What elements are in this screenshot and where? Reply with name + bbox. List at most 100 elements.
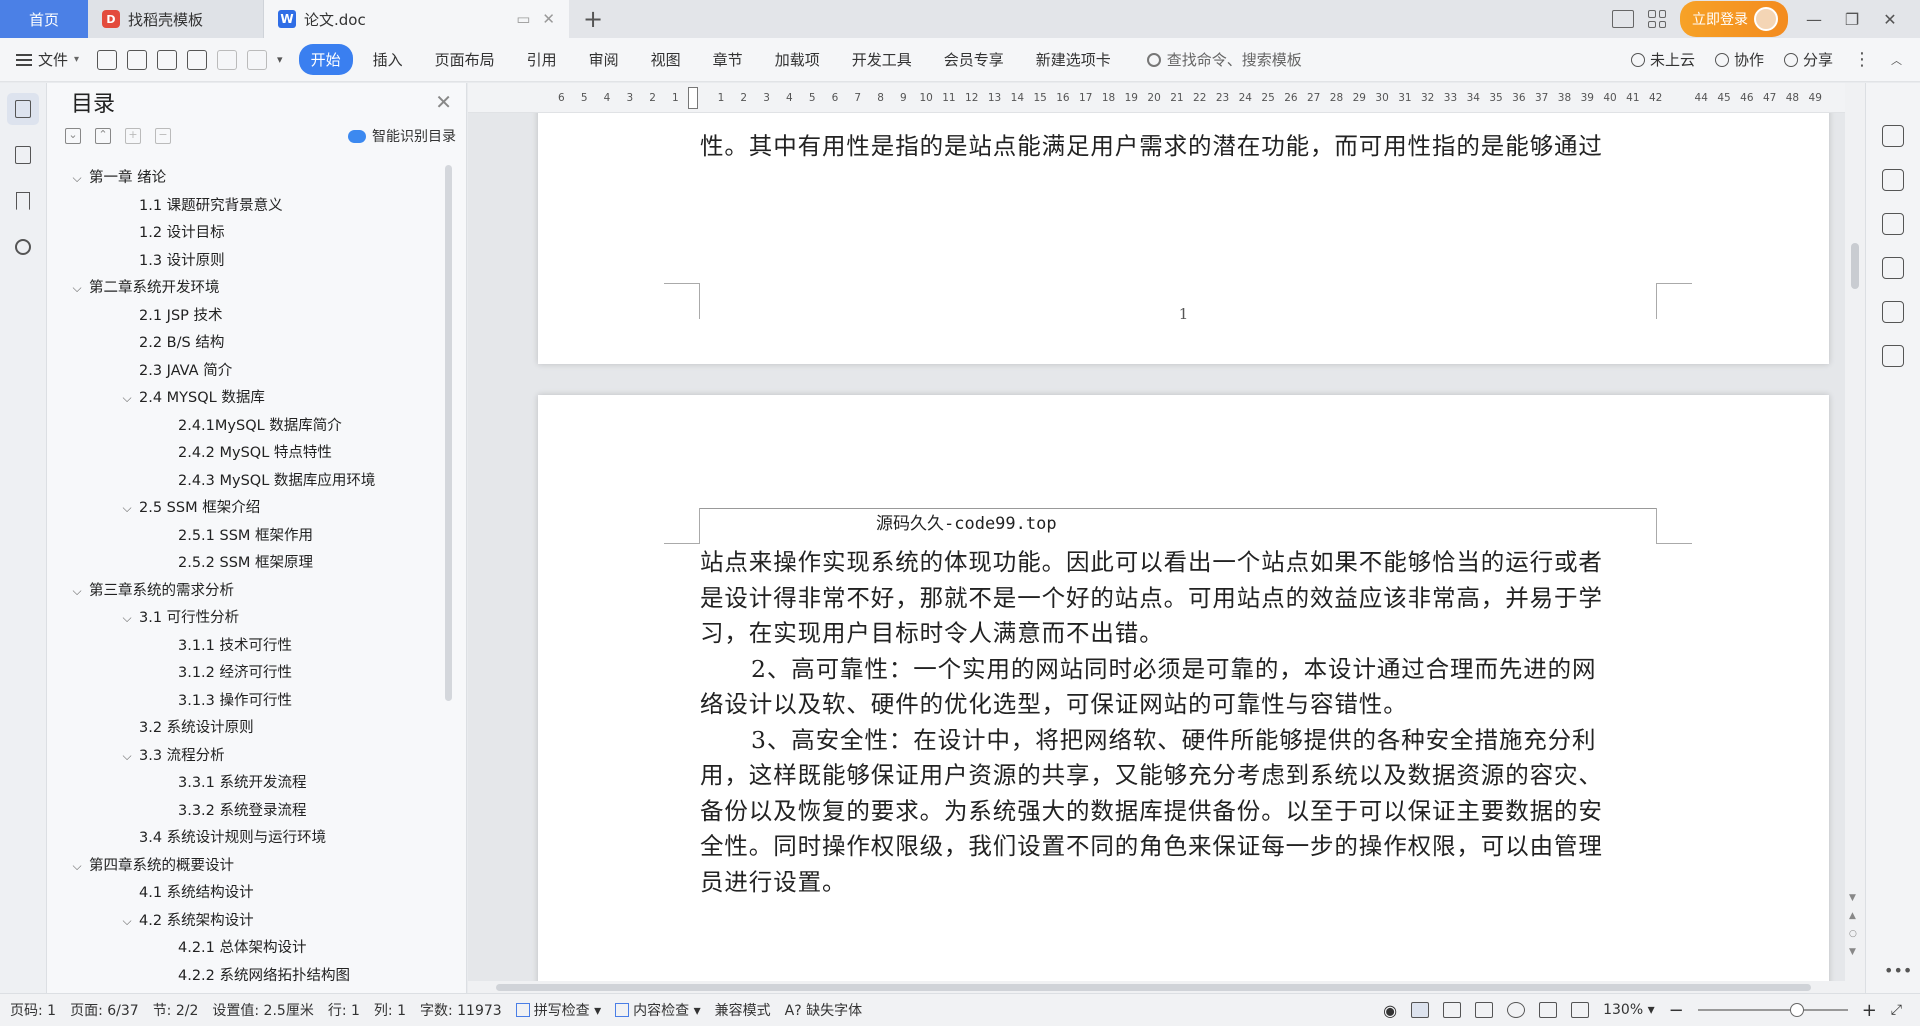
document-vertical-scrollbar[interactable]: ▼ ▲ ○ ▼: [1845, 83, 1865, 993]
status-section[interactable]: 节: 2/2: [153, 1000, 199, 1020]
print-preview-icon[interactable]: [187, 49, 208, 70]
picture-tools-icon[interactable]: [1882, 257, 1904, 279]
web-view-icon[interactable]: [1507, 1002, 1526, 1018]
zoom-select[interactable]: 130% ▾: [1603, 1002, 1655, 1018]
toc-item[interactable]: ⌵ 3.3 流程分析: [47, 743, 447, 771]
zoom-slider[interactable]: [1697, 1003, 1848, 1017]
chevron-down-icon[interactable]: ⌵: [119, 908, 135, 936]
collapse-ribbon-icon[interactable]: ︿: [1891, 52, 1902, 68]
toc-item[interactable]: 4.2.1 总体架构设计: [47, 935, 447, 963]
zoom-slider-knob[interactable]: [1789, 1003, 1804, 1017]
toc-item[interactable]: 3.1.2 经济可行性: [47, 660, 447, 688]
ribbon-tab[interactable]: 视图: [639, 44, 693, 75]
toc-item[interactable]: 2.4.2 MySQL 特点特性: [47, 440, 447, 468]
outline-view-icon[interactable]: [1443, 1002, 1462, 1018]
select-pointer-icon[interactable]: [1882, 169, 1904, 191]
command-search[interactable]: 查找命令、搜索模板: [1146, 49, 1302, 70]
status-page-number[interactable]: 页码: 1: [10, 1000, 56, 1020]
paragraph-line[interactable]: 员进行设置。: [700, 863, 1656, 897]
toc-item[interactable]: 3.1.1 技术可行性: [47, 633, 447, 661]
status-word-count[interactable]: 字数: 11973: [420, 1000, 502, 1020]
chevron-down-icon[interactable]: ⌵: [119, 385, 135, 413]
share-button[interactable]: 分享: [1783, 49, 1833, 70]
bookmark-panel-button[interactable]: [7, 185, 39, 217]
close-tab-icon[interactable]: ✕: [542, 10, 555, 28]
toc-item[interactable]: 2.2 B/S 结构: [47, 330, 447, 358]
toc-item[interactable]: 4.1 系统结构设计: [47, 880, 447, 908]
chevron-down-icon[interactable]: ⌵: [69, 165, 85, 193]
layout-icon[interactable]: [1612, 10, 1634, 28]
tab-template[interactable]: D 找稻壳模板: [88, 0, 264, 38]
chevron-down-icon[interactable]: ⌵: [119, 605, 135, 633]
content-check-button[interactable]: 内容检查 ▾: [615, 1000, 701, 1020]
apps-grid-icon[interactable]: [1648, 10, 1666, 28]
chevron-down-icon[interactable]: ⌵: [69, 578, 85, 606]
toc-item[interactable]: ⌵ 第二章系统开发环境: [47, 275, 447, 303]
status-page-count[interactable]: 页面: 6/37: [70, 1000, 139, 1020]
document-horizontal-scrollbar[interactable]: [468, 981, 1845, 993]
file-menu[interactable]: 文件 ▾: [16, 49, 79, 70]
reading-view-icon[interactable]: [1475, 1002, 1494, 1018]
more-horizontal-icon[interactable]: •••: [1884, 961, 1912, 980]
toc-item[interactable]: 1.3 设计原则: [47, 248, 447, 276]
toc-item[interactable]: 2.1 JSP 技术: [47, 303, 447, 331]
toc-item[interactable]: 1.1 课题研究背景意义: [47, 193, 447, 221]
ribbon-tab[interactable]: 章节: [701, 44, 755, 75]
ai-assistant-icon[interactable]: [1882, 301, 1904, 323]
select-browse-icon[interactable]: ○: [1849, 929, 1857, 939]
toc-item[interactable]: ⌵ 第四章系统的概要设计: [47, 853, 447, 881]
find-panel-button[interactable]: [7, 231, 39, 263]
toc-item[interactable]: ⌵ 第一章 绪论: [47, 165, 447, 193]
ribbon-tab[interactable]: 引用: [515, 44, 569, 75]
missing-font-button[interactable]: A? 缺失字体: [785, 1000, 862, 1020]
chevron-down-icon[interactable]: ⌵: [69, 853, 85, 881]
collapse-all-icon[interactable]: ⌄: [65, 128, 81, 144]
indent-marker[interactable]: [688, 87, 698, 109]
toc-item[interactable]: ⌵ 第三章系统的需求分析: [47, 578, 447, 606]
toc-item[interactable]: 2.3 JAVA 简介: [47, 358, 447, 386]
toc-panel-button[interactable]: [7, 93, 39, 125]
quick-access-more-icon[interactable]: ▾: [277, 53, 283, 66]
paragraph-line[interactable]: 性。其中有用性是指的是站点能满足用户需求的潜在功能，而可用性指的是能够通过: [700, 127, 1656, 161]
tab-home[interactable]: 首页: [0, 0, 88, 38]
toc-item[interactable]: ⌵ 2.5 SSM 框架介绍: [47, 495, 447, 523]
status-col[interactable]: 列: 1: [374, 1000, 406, 1020]
ribbon-tab[interactable]: 新建选项卡: [1024, 44, 1123, 75]
fullscreen-icon[interactable]: ⤢: [1891, 1002, 1902, 1018]
tab-document[interactable]: W 论文.doc ▭ ✕: [264, 0, 569, 38]
toc-item[interactable]: 3.2 系统设计原则: [47, 715, 447, 743]
spell-check-button[interactable]: 拼写检查 ▾: [515, 1000, 601, 1020]
toc-item[interactable]: 3.3.2 系统登录流程: [47, 798, 447, 826]
add-heading-icon[interactable]: +: [125, 128, 141, 144]
chevron-down-icon[interactable]: ⌵: [119, 495, 135, 523]
login-button[interactable]: 立即登录: [1680, 1, 1788, 37]
toc-item[interactable]: 2.4.1MySQL 数据库简介: [47, 413, 447, 441]
prev-page-icon[interactable]: ▲: [1849, 911, 1856, 921]
minimize-icon[interactable]: —: [1802, 10, 1826, 29]
toc-item[interactable]: 3.1.3 操作可行性: [47, 688, 447, 716]
horizontal-ruler[interactable]: 6 5 4 3 2 1 1 2 3 4 5 6 7 8 9 10 11 12 13 14 15 16 17 18 19 20 21 2…: [468, 83, 1845, 113]
paragraph-line[interactable]: 3、高安全性：在设计中，将把网络软、硬件所能够提供的各种安全措施充分利: [700, 721, 1656, 755]
window-mode-icon[interactable]: ▭: [516, 10, 530, 28]
restore-icon[interactable]: ❐: [1840, 10, 1864, 29]
chapter-panel-button[interactable]: [7, 139, 39, 171]
next-page-icon[interactable]: ▼: [1849, 947, 1856, 957]
toc-item[interactable]: 3.4 系统设计规则与运行环境: [47, 825, 447, 853]
toc-item[interactable]: ⌵ 3.1 可行性分析: [47, 605, 447, 633]
eye-icon[interactable]: ◉: [1383, 1001, 1397, 1020]
paragraph-line[interactable]: 络设计以及软、硬件的优化选型，可保证网站的可靠性与容错性。: [700, 685, 1656, 719]
paragraph-line[interactable]: 用，这样既能够保证用户资源的共享，又能够充分考虑到系统以及数据资源的容灾、: [700, 756, 1656, 790]
ribbon-tab[interactable]: 开发工具: [840, 44, 924, 75]
collab-button[interactable]: 协作: [1714, 49, 1764, 70]
ribbon-tab[interactable]: 会员专享: [932, 44, 1016, 75]
close-window-icon[interactable]: ✕: [1878, 10, 1902, 29]
new-tab-button[interactable]: +: [569, 0, 617, 38]
toc-item[interactable]: 4.2.2 系统网络拓扑结构图: [47, 963, 447, 991]
page-header-text[interactable]: 源码久久-code99.top: [876, 509, 1057, 534]
toc-item[interactable]: 2.5.1 SSM 框架作用: [47, 523, 447, 551]
chevron-down-icon[interactable]: ⌵: [69, 275, 85, 303]
undo-icon[interactable]: [217, 49, 238, 70]
ribbon-tab[interactable]: 插入: [361, 44, 415, 75]
ribbon-tab[interactable]: 开始: [298, 44, 353, 75]
cloud-button[interactable]: 未上云: [1630, 49, 1695, 70]
